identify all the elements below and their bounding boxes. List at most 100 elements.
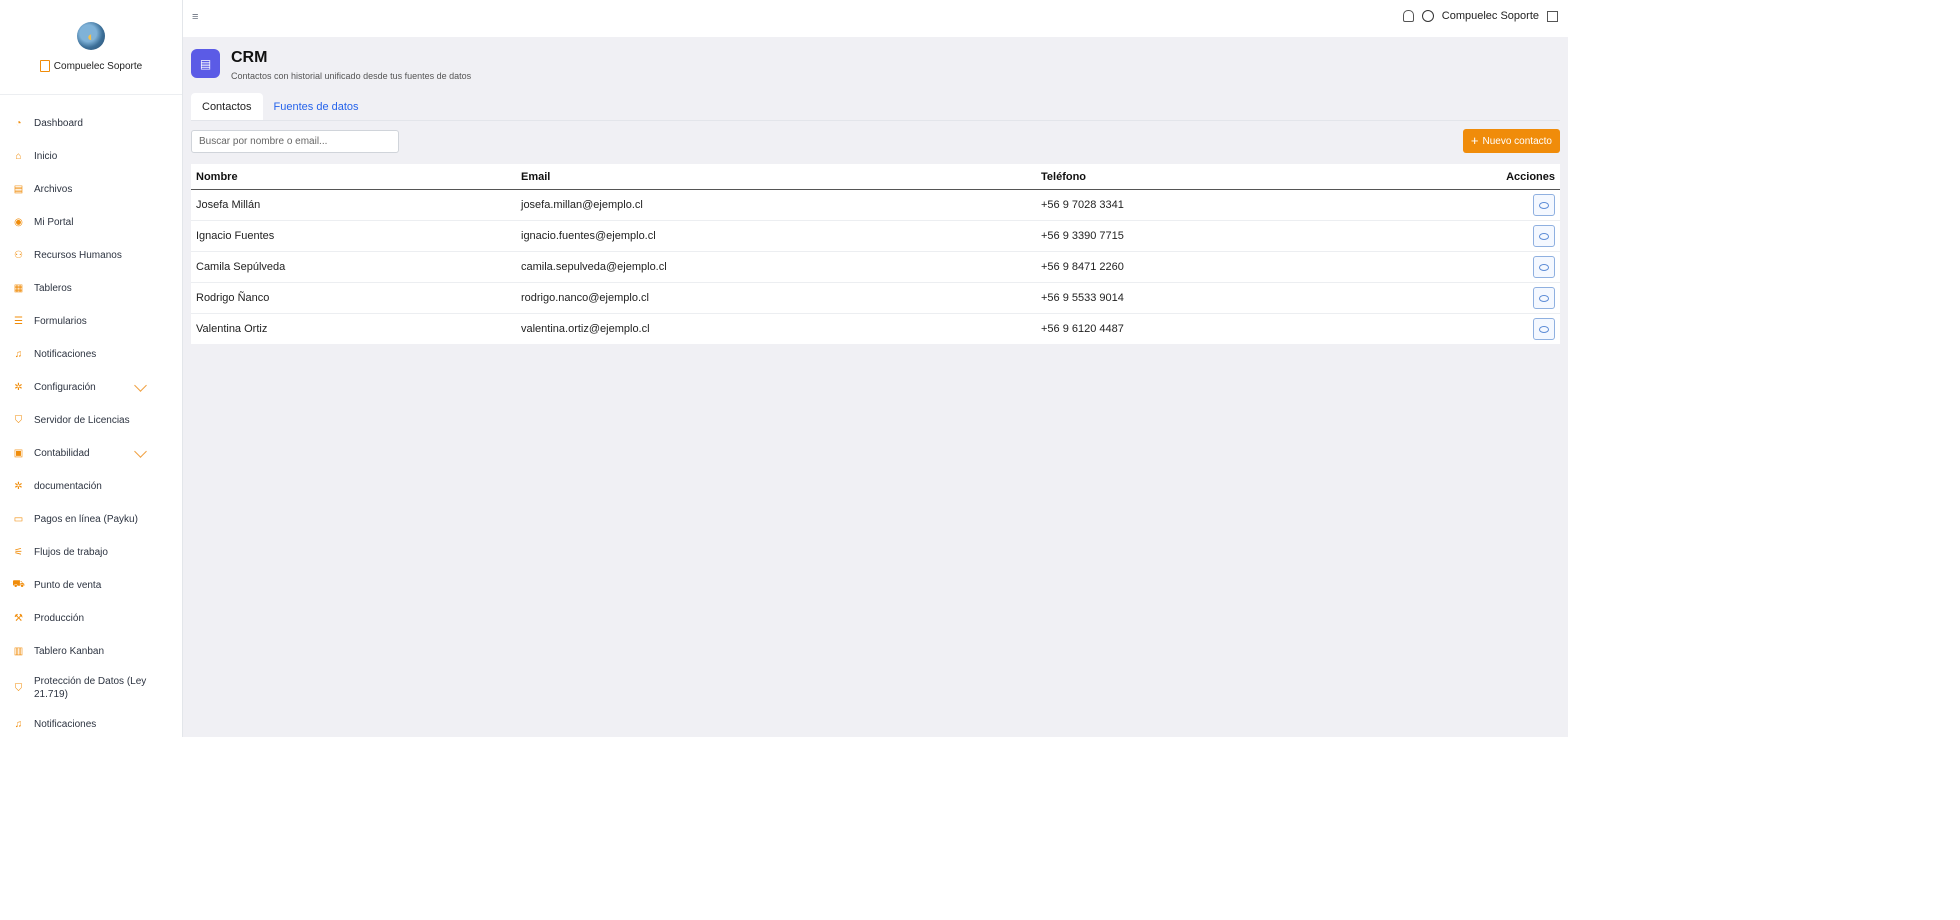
brand-name: Compuelec Soporte bbox=[39, 60, 142, 72]
actions-cell bbox=[1501, 225, 1560, 247]
document-icon bbox=[39, 60, 50, 72]
table-row: Valentina Ortiz valentina.ortiz@ejemplo.… bbox=[191, 314, 1560, 344]
credit-card-icon: ▭ bbox=[13, 514, 24, 525]
users-icon: ⚇ bbox=[14, 250, 23, 261]
eye-icon bbox=[1539, 201, 1549, 209]
hammer-icon: ⚒ bbox=[14, 613, 23, 624]
workflow-icon: ⚟ bbox=[14, 547, 23, 558]
view-contact-button[interactable] bbox=[1533, 287, 1555, 309]
contact-name: Josefa Millán bbox=[196, 199, 261, 211]
sidebar-item-mi-portal[interactable]: ◉ Mi Portal bbox=[0, 206, 182, 239]
new-contact-label: Nuevo contacto bbox=[1482, 135, 1553, 147]
view-contact-button[interactable] bbox=[1533, 318, 1555, 340]
view-contact-button[interactable] bbox=[1533, 225, 1555, 247]
contact-name: Ignacio Fuentes bbox=[196, 230, 275, 242]
contact-name: Camila Sepúlveda bbox=[196, 261, 286, 273]
logout-icon[interactable] bbox=[1547, 10, 1558, 22]
contact-email: ignacio.fuentes@ejemplo.cl bbox=[521, 230, 656, 242]
column-header-acciones: Acciones bbox=[1506, 170, 1555, 183]
column-header-telefono: Teléfono bbox=[1041, 170, 1087, 183]
sidebar-nav: ◔ Dashboard ⌂ Inicio ▤ Archivos ◉ Mi Portal … bbox=[0, 95, 182, 741]
sidebar-item-formularios[interactable]: ☰ Formularios bbox=[0, 305, 182, 338]
plus-icon: + bbox=[1470, 133, 1479, 148]
brand: ◐ Compuelec Soporte bbox=[0, 0, 182, 95]
sidebar-item-notificaciones-2[interactable]: ♫ Notificaciones bbox=[0, 708, 182, 741]
contact-phone: +56 9 3390 7715 bbox=[1041, 230, 1124, 242]
sidebar-item-notificaciones[interactable]: ♫ Notificaciones bbox=[0, 338, 182, 371]
sidebar-item-documentacion[interactable]: ✲ documentación bbox=[0, 470, 182, 503]
contact-phone: +56 9 6120 4487 bbox=[1041, 323, 1124, 335]
sidebar-item-inicio[interactable]: ⌂ Inicio bbox=[0, 140, 182, 173]
tabs: Contactos Fuentes de datos bbox=[191, 93, 370, 120]
calculator-icon: ▣ bbox=[13, 448, 24, 459]
eye-icon bbox=[1539, 325, 1549, 333]
shield-icon: ⛉ bbox=[14, 682, 23, 694]
sidebar-item-servidor-licencias[interactable]: ⛉ Servidor de Licencias bbox=[0, 404, 182, 437]
user-icon bbox=[1421, 10, 1434, 22]
page-title: CRM bbox=[231, 49, 268, 66]
sidebar-item-flujos-trabajo[interactable]: ⚟ Flujos de trabajo bbox=[0, 536, 182, 569]
tab-contactos[interactable]: Contactos bbox=[191, 93, 263, 120]
actions-cell bbox=[1501, 256, 1560, 278]
contact-phone: +56 9 7028 3341 bbox=[1041, 199, 1124, 211]
form-icon: ☰ bbox=[14, 316, 23, 327]
sidebar-item-proteccion-datos[interactable]: ⛉ Protección de Datos (Ley 21.719) bbox=[0, 668, 182, 708]
user-name[interactable]: Compuelec Soporte bbox=[1442, 10, 1539, 22]
contact-phone: +56 9 5533 9014 bbox=[1041, 292, 1124, 304]
tab-fuentes-de-datos[interactable]: Fuentes de datos bbox=[263, 93, 370, 120]
column-header-email: Email bbox=[521, 170, 551, 183]
sidebar-item-archivos[interactable]: ▤ Archivos bbox=[0, 173, 182, 206]
sidebar-item-configuracion[interactable]: ✲ Configuración bbox=[0, 371, 182, 404]
sidebar-item-contabilidad[interactable]: ▣ Contabilidad bbox=[0, 437, 182, 470]
sidebar-item-pagos-payku[interactable]: ▭ Pagos en línea (Payku) bbox=[0, 503, 182, 536]
sidebar-item-produccion[interactable]: ⚒ Producción bbox=[0, 602, 182, 635]
eye-icon bbox=[1539, 232, 1549, 240]
contact-phone: +56 9 8471 2260 bbox=[1041, 261, 1124, 273]
contact-card-icon: ▤ bbox=[191, 49, 220, 78]
grid-icon: ▦ bbox=[13, 283, 24, 294]
actions-cell bbox=[1501, 194, 1560, 216]
contact-email: valentina.ortiz@ejemplo.cl bbox=[521, 323, 650, 335]
sidebar-item-recursos-humanos[interactable]: ⚇ Recursos Humanos bbox=[0, 239, 182, 272]
chevron-down-icon[interactable] bbox=[134, 444, 147, 458]
kanban-icon: ▥ bbox=[13, 646, 24, 657]
eye-icon bbox=[1539, 294, 1549, 302]
chevron-down-icon[interactable] bbox=[134, 378, 147, 392]
search-input[interactable] bbox=[191, 130, 399, 153]
view-contact-button[interactable] bbox=[1533, 194, 1555, 216]
bell-icon: ♫ bbox=[14, 719, 23, 730]
contact-email: camila.sepulveda@ejemplo.cl bbox=[521, 261, 667, 273]
table-row: Rodrigo Ñanco rodrigo.nanco@ejemplo.cl +… bbox=[191, 283, 1560, 314]
column-header-nombre: Nombre bbox=[196, 170, 238, 183]
home-icon: ⌂ bbox=[15, 151, 22, 162]
gear-icon: ✲ bbox=[14, 481, 23, 492]
table-header: Nombre Email Teléfono Acciones bbox=[191, 164, 1560, 190]
file-icon: ▤ bbox=[13, 184, 24, 195]
user-area: Compuelec Soporte bbox=[1402, 10, 1558, 22]
table-row: Ignacio Fuentes ignacio.fuentes@ejemplo.… bbox=[191, 221, 1560, 252]
sidebar: ◐ Compuelec Soporte ◔ Dashboard ⌂ Inicio ▤… bbox=[0, 0, 183, 737]
page-subtitle: Contactos con historial unificado desde … bbox=[231, 71, 472, 81]
contact-name: Valentina Ortiz bbox=[196, 323, 268, 335]
sidebar-item-punto-venta[interactable]: ⛟ Punto de venta bbox=[0, 569, 182, 602]
menu-toggle-icon[interactable]: ≡ bbox=[192, 11, 198, 23]
eye-icon bbox=[1539, 263, 1549, 271]
contact-email: josefa.millan@ejemplo.cl bbox=[521, 199, 643, 211]
table-row: Josefa Millán josefa.millan@ejemplo.cl +… bbox=[191, 190, 1560, 221]
bell-icon[interactable] bbox=[1402, 10, 1414, 22]
cart-icon: ⛟ bbox=[12, 579, 25, 590]
sidebar-item-dashboard[interactable]: ◔ Dashboard bbox=[0, 107, 182, 140]
new-contact-button[interactable]: + Nuevo contacto bbox=[1462, 129, 1560, 153]
actions-cell bbox=[1501, 287, 1560, 309]
bell-icon: ♫ bbox=[14, 349, 23, 360]
sidebar-item-tableros[interactable]: ▦ Tableros bbox=[0, 272, 182, 305]
company-logo: ◐ bbox=[77, 22, 105, 50]
page-header: ▤ CRM Contactos con historial unificado … bbox=[191, 49, 471, 81]
speedometer-icon: ◔ bbox=[15, 118, 22, 129]
view-contact-button[interactable] bbox=[1533, 256, 1555, 278]
sidebar-item-tablero-kanban[interactable]: ▥ Tablero Kanban bbox=[0, 635, 182, 668]
gear-icon: ✲ bbox=[14, 382, 23, 393]
contacts-table: Nombre Email Teléfono Acciones Josefa Mi… bbox=[191, 164, 1560, 344]
shield-icon: ⛉ bbox=[14, 415, 23, 426]
user-circle-icon: ◉ bbox=[14, 217, 23, 228]
